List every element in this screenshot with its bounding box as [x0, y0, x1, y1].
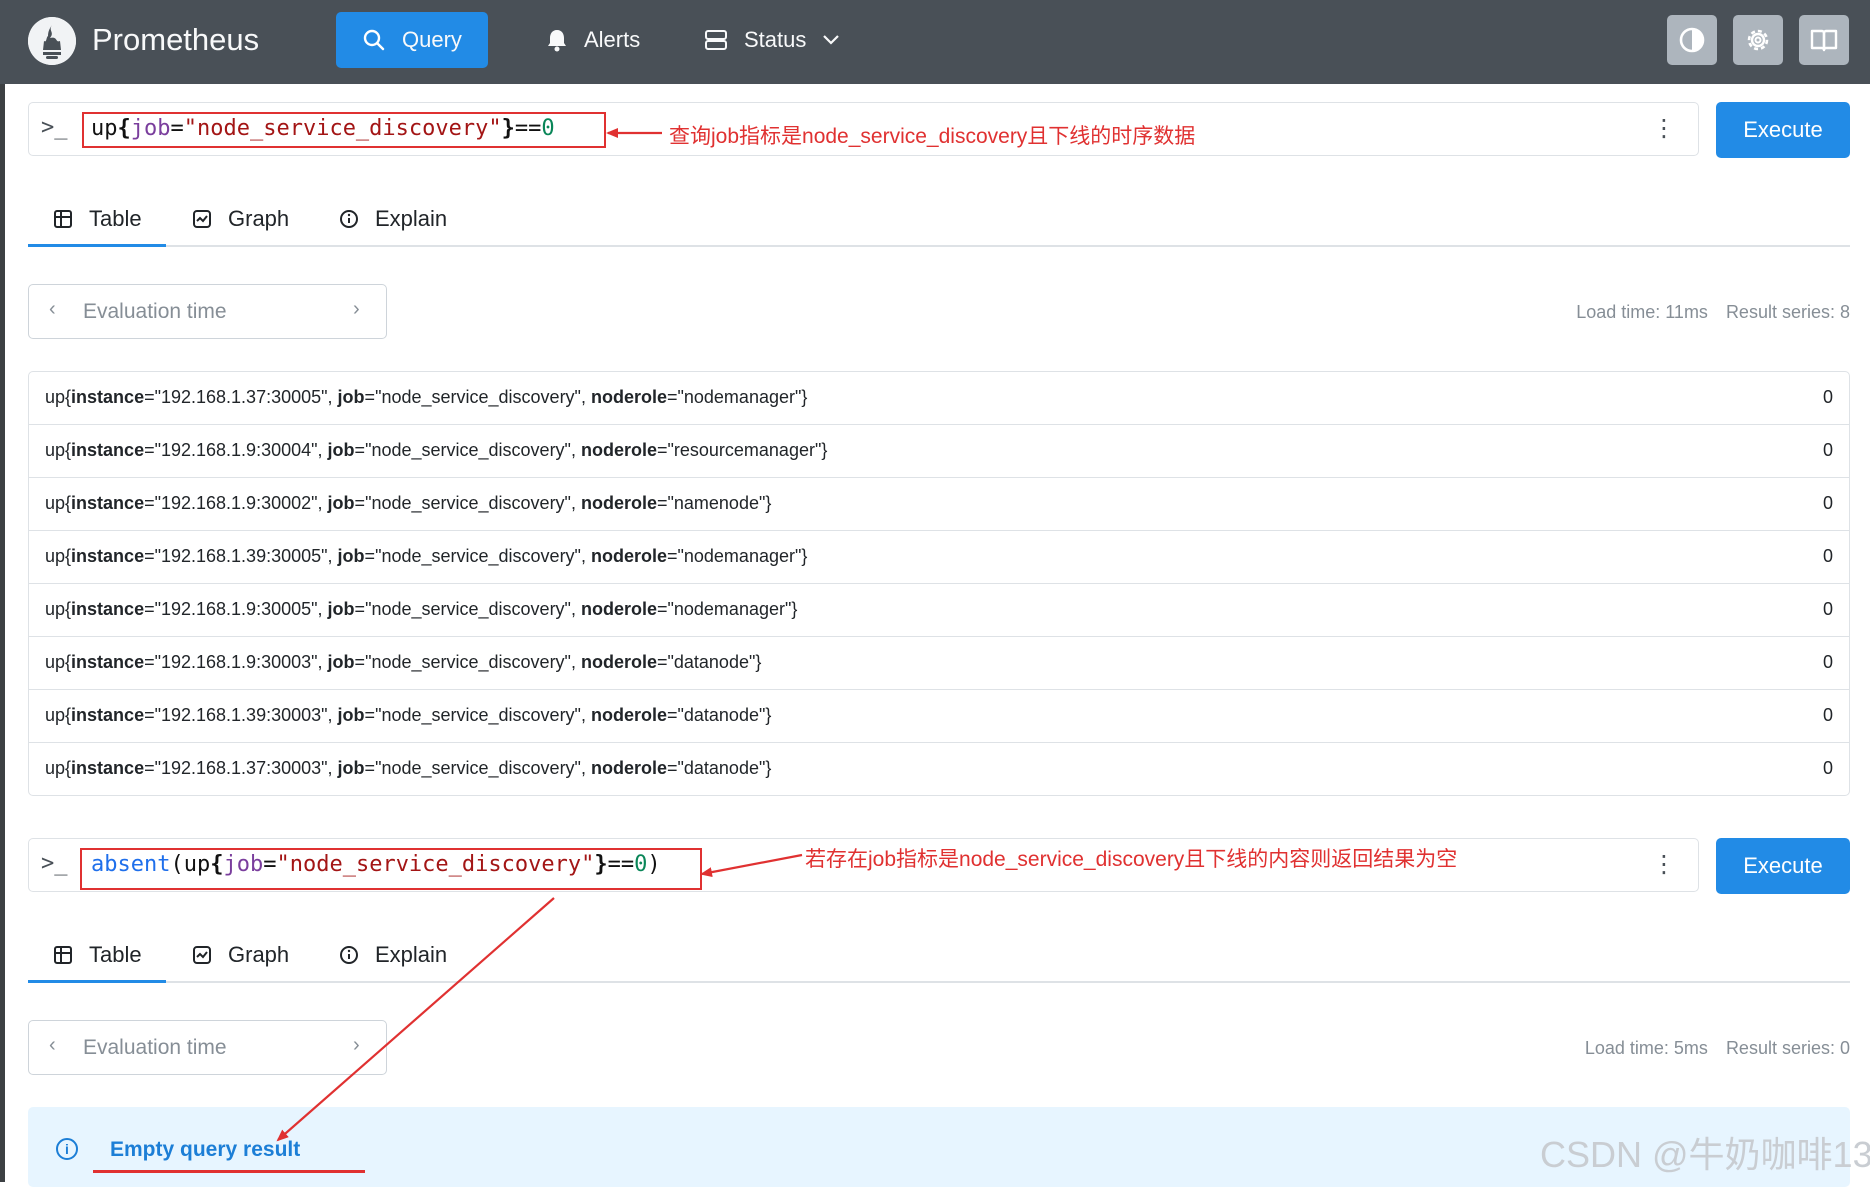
- annotation-arrows: [276, 128, 803, 1142]
- annotation-arrow-2: [700, 853, 803, 878]
- annotation-arrow-3: [276, 897, 555, 1142]
- watermark: CSDN @牛奶咖啡13: [1540, 1134, 1870, 1175]
